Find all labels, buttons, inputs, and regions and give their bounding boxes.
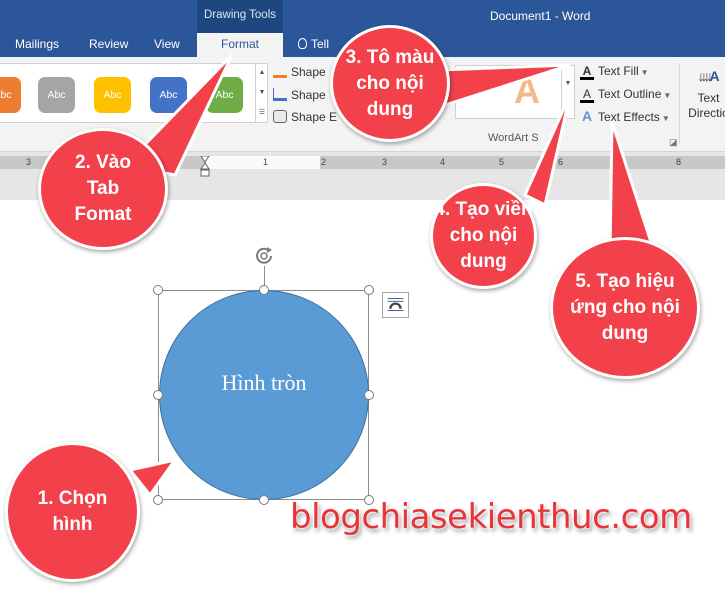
callout-step-2-text: 2. Vào Tab Fomat <box>74 152 132 225</box>
callout-step-1: 1. Chọn hình <box>5 442 140 582</box>
callout-step-3: 3. Tô màu cho nội dung <box>330 25 450 142</box>
callout-step-5: 5. Tạo hiệu ứng cho nội dung <box>550 237 700 379</box>
callout-step-2: 2. Vào Tab Fomat <box>38 128 168 250</box>
callout-tail-step-4 <box>523 94 572 208</box>
watermark: blogchiasekienthuc.com <box>290 497 692 537</box>
callout-tail-step-3 <box>438 63 571 107</box>
callout-step-5-text: 5. Tạo hiệu ứng cho nội dung <box>570 271 680 344</box>
callout-step-1-text: 1. Chọn hình <box>37 488 108 535</box>
callout-step-4-text: 4. Tạo viền cho nội dung <box>434 199 533 272</box>
callout-step-3-text: 3. Tô màu cho nội dung <box>345 46 435 120</box>
callout-step-4: 4. Tạo viền cho nội dung <box>430 183 537 289</box>
